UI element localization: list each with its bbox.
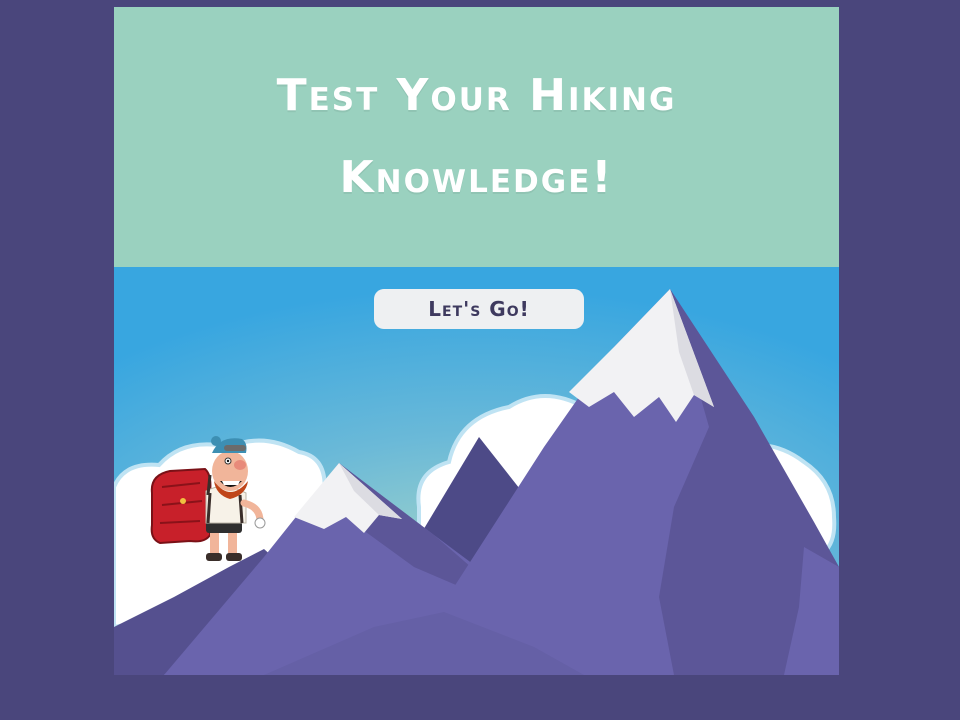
lets-go-button[interactable]: Let's Go!: [374, 289, 584, 329]
title-line-2: Knowledge!: [339, 152, 614, 203]
header-banner: Test Your Hiking Knowledge!: [114, 7, 839, 267]
page-title: Test Your Hiking Knowledge!: [277, 55, 677, 219]
quiz-start-card: Test Your Hiking Knowledge! Let's Go!: [114, 7, 839, 675]
mountain-scene: Let's Go!: [114, 267, 839, 675]
title-line-1: Test Your Hiking: [276, 70, 677, 121]
